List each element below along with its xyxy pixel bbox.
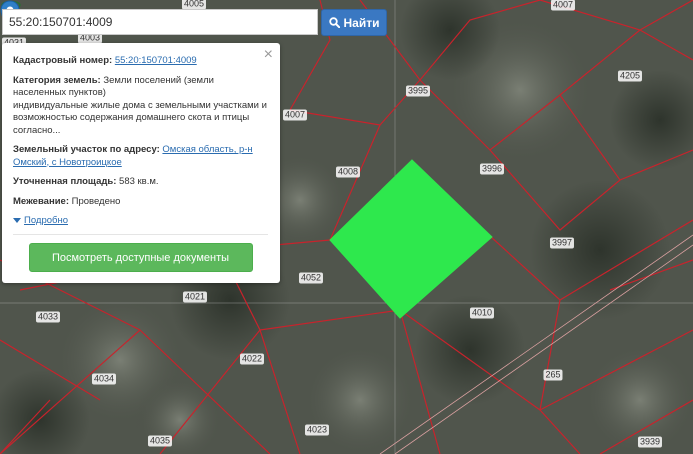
parcel-label: 4022 (239, 353, 265, 365)
details-link[interactable]: Подробно (24, 215, 68, 226)
parcel-label: 4052 (298, 272, 324, 284)
parcel-label: 4007 (282, 109, 308, 121)
search-input[interactable] (3, 10, 317, 34)
parcel-label: 3997 (549, 237, 575, 249)
search-icon (328, 17, 340, 28)
survey-value: Проведено (71, 195, 121, 207)
parcel-label: 4023 (304, 424, 330, 436)
parcel-label: 3996 (479, 163, 505, 175)
close-icon[interactable]: × (264, 47, 273, 63)
parcel-label: 4035 (147, 435, 173, 447)
parcel-label: 4021 (182, 291, 208, 303)
parcel-label: 4033 (35, 311, 61, 323)
category-label: Категория земель: (13, 74, 101, 86)
address-label: Земельный участок по адресу: (13, 144, 160, 155)
view-documents-button[interactable]: Посмотреть доступные документы (28, 243, 253, 272)
details-toggle[interactable]: Подробно (13, 215, 268, 226)
cadastral-link[interactable]: 55:20:150701:4009 (115, 55, 197, 66)
cadastral-row: Кадастровый номер: 55:20:150701:4009 (13, 55, 268, 68)
survey-row: Межевание: Проведено (13, 196, 268, 209)
cadastral-label: Кадастровый номер: (13, 55, 113, 66)
parcel-info-popup: × Кадастровый номер: 55:20:150701:4009 К… (2, 43, 280, 283)
category-detail: индивидуальные жилые дома с земельными у… (13, 99, 267, 136)
survey-label: Межевание: (13, 195, 69, 207)
parcel-label: 4007 (550, 0, 576, 11)
search-button-label: Найти (343, 15, 380, 30)
parcel-label: 3939 (637, 436, 663, 448)
area-label: Уточненная площадь: (13, 176, 117, 187)
caret-down-icon (13, 218, 21, 223)
parcel-label: 4034 (91, 373, 117, 385)
divider (13, 234, 268, 235)
parcel-label: 265 (543, 369, 563, 381)
area-row: Уточненная площадь: 583 кв.м. (13, 176, 268, 189)
parcel-label: 4008 (335, 166, 361, 178)
parcel-label: 4205 (617, 70, 643, 82)
address-row: Земельный участок по адресу: Омская обла… (13, 144, 268, 169)
parcel-label: 4010 (469, 307, 495, 319)
area-value: 583 кв.м. (119, 176, 159, 187)
category-row: Категория земель: Земли поселений (земли… (13, 75, 268, 138)
search-button[interactable]: Найти (321, 9, 387, 36)
search-bar (2, 9, 318, 35)
parcel-label: 3995 (405, 85, 431, 97)
